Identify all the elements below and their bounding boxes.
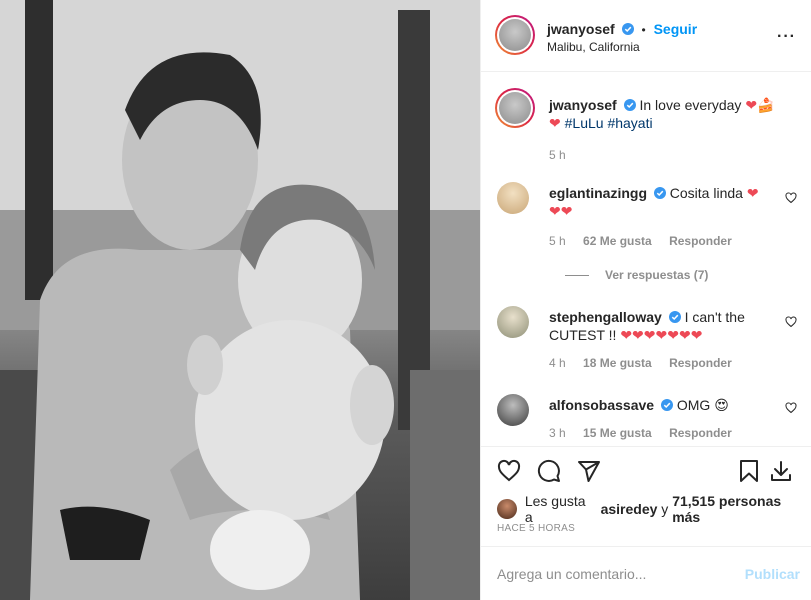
- verified-badge-icon: [653, 187, 666, 199]
- caption-avatar[interactable]: [495, 88, 535, 128]
- comment-input[interactable]: [497, 564, 737, 584]
- comment-body: OMG: [676, 397, 711, 413]
- reply-button[interactable]: Responder: [669, 426, 732, 440]
- caption-username[interactable]: jwanyosef: [549, 97, 617, 113]
- author-username[interactable]: jwanyosef: [547, 21, 615, 37]
- download-icon[interactable]: [769, 459, 793, 483]
- author-line: jwanyosef • Seguir: [547, 20, 697, 39]
- caption-text: jwanyosef In love everyday ❤🍰 ❤ #LuLu #h…: [549, 96, 775, 132]
- follow-button[interactable]: Seguir: [654, 21, 698, 37]
- likes-summary: Les gusta a asiredey y 71,515 personas m…: [497, 493, 811, 525]
- author-avatar[interactable]: [495, 15, 535, 55]
- comment-text: eglantinazingg Cosita linda ❤ ❤❤: [549, 184, 759, 220]
- verified-badge-icon: [621, 23, 634, 35]
- comment-meta: 4 h 18 Me gusta Responder: [549, 356, 746, 370]
- post-modal: jwanyosef • Seguir Malibu, California ··…: [0, 0, 811, 600]
- comment-icon[interactable]: [537, 459, 561, 483]
- comment-body: Cosita linda: [669, 185, 743, 201]
- share-icon[interactable]: [577, 459, 601, 483]
- comment-likes[interactable]: 62 Me gusta: [583, 234, 652, 248]
- caption-hashtags[interactable]: #LuLu #hayati: [565, 115, 653, 131]
- comment-body: I can't the: [684, 309, 745, 325]
- verified-badge-icon: [660, 399, 673, 411]
- commenter-avatar[interactable]: [497, 306, 529, 338]
- post-side-panel: jwanyosef • Seguir Malibu, California ··…: [480, 0, 811, 600]
- comment-username[interactable]: eglantinazingg: [549, 185, 647, 201]
- comment-text: stephengalloway I can't the CUTEST !! ❤❤…: [549, 308, 745, 344]
- comment-body-2: CUTEST !!: [549, 327, 617, 343]
- red-heart-emoji: ❤❤: [549, 203, 573, 219]
- comment-item: alfonsobassave OMG 😍 3 h 15 Me gusta Res…: [497, 392, 797, 446]
- caption-meta: 5 h: [549, 148, 580, 162]
- replies-divider: [565, 275, 589, 277]
- caption-body: In love everyday: [639, 97, 742, 113]
- red-heart-emoji: ❤: [549, 115, 561, 131]
- more-options-icon[interactable]: ···: [777, 28, 796, 46]
- comment-like-heart-icon[interactable]: [785, 316, 797, 328]
- likes-prefix: Les gusta a: [524, 493, 586, 525]
- comment-item: stephengalloway I can't the CUTEST !! ❤❤…: [497, 304, 797, 374]
- reply-button[interactable]: Responder: [669, 356, 732, 370]
- post-actions: Les gusta a asiredey y 71,515 personas m…: [481, 446, 811, 546]
- header-separator: •: [641, 23, 646, 37]
- comment-username[interactable]: alfonsobassave: [549, 397, 654, 413]
- liker-avatar[interactable]: [497, 499, 517, 519]
- comment-time[interactable]: 5 h: [549, 234, 566, 248]
- caption-item: jwanyosef In love everyday ❤🍰 ❤ #LuLu #h…: [495, 88, 797, 162]
- likes-conj: y: [661, 501, 669, 517]
- red-heart-emoji: ❤: [746, 185, 759, 201]
- add-comment-bar: Publicar: [481, 546, 811, 600]
- verified-badge-icon: [668, 311, 681, 323]
- commenter-avatar[interactable]: [497, 394, 529, 426]
- likes-count[interactable]: 71,515 personas más: [672, 493, 811, 525]
- post-photo[interactable]: [0, 0, 480, 600]
- view-replies-button[interactable]: Ver respuestas (7): [565, 268, 708, 282]
- verified-badge-icon: [623, 99, 636, 111]
- liker-username[interactable]: asiredey: [601, 501, 658, 517]
- post-timestamp[interactable]: Hace 5 horas: [497, 523, 575, 534]
- comment-text: alfonsobassave OMG 😍: [549, 396, 729, 414]
- comment-like-heart-icon[interactable]: [785, 192, 797, 204]
- post-location[interactable]: Malibu, California: [547, 40, 640, 54]
- red-heart-emoji: ❤❤❤❤❤❤❤: [620, 327, 703, 343]
- comment-likes[interactable]: 18 Me gusta: [583, 356, 652, 370]
- commenter-avatar[interactable]: [497, 182, 529, 214]
- comment-like-heart-icon[interactable]: [785, 402, 797, 414]
- cake-emoji: 🍰: [757, 97, 775, 113]
- bookmark-icon[interactable]: [737, 459, 761, 483]
- comment-time[interactable]: 4 h: [549, 356, 566, 370]
- caption-time[interactable]: 5 h: [549, 148, 566, 162]
- photo-illustration: [0, 0, 480, 600]
- publish-button[interactable]: Publicar: [745, 566, 800, 582]
- comment-item: eglantinazingg Cosita linda ❤ ❤❤ 5 h 62 …: [497, 180, 797, 282]
- view-replies-label: Ver respuestas (7): [605, 268, 709, 282]
- comment-time[interactable]: 3 h: [549, 426, 566, 440]
- reply-button[interactable]: Responder: [669, 234, 732, 248]
- red-heart-emoji: ❤: [745, 97, 758, 113]
- comment-meta: 5 h 62 Me gusta Responder: [549, 234, 746, 248]
- heart-icon[interactable]: [497, 459, 521, 483]
- post-header: jwanyosef • Seguir Malibu, California ··…: [481, 0, 811, 72]
- heart-eyes-emoji: 😍: [714, 397, 729, 413]
- comment-likes[interactable]: 15 Me gusta: [583, 426, 652, 440]
- comments-list[interactable]: jwanyosef In love everyday ❤🍰 ❤ #LuLu #h…: [481, 72, 811, 446]
- comment-meta: 3 h 15 Me gusta Responder: [549, 426, 746, 440]
- comment-username[interactable]: stephengalloway: [549, 309, 662, 325]
